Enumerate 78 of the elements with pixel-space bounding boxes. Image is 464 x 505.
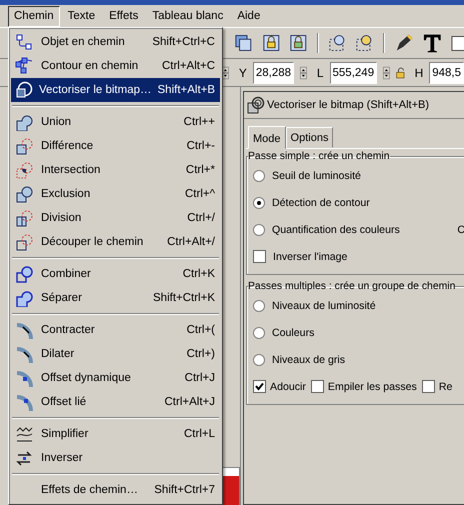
radio-label[interactable]: Niveaux de luminosité — [272, 300, 376, 312]
path-operation-icon — [15, 233, 33, 251]
coordinate-field[interactable]: 28,288 — [252, 62, 294, 84]
tab[interactable]: Mode — [248, 126, 286, 149]
radio-button[interactable] — [253, 224, 265, 236]
path-operation-icon — [15, 369, 33, 387]
menu-item[interactable]: Inverser — [11, 446, 220, 470]
text-tool-icon[interactable] — [423, 32, 442, 54]
zoom-icon[interactable] — [355, 33, 374, 53]
radio-button[interactable] — [253, 170, 265, 182]
checkbox[interactable] — [253, 380, 266, 393]
menu-title[interactable]: Aide — [231, 6, 266, 26]
dialog-title: Vectoriser le bitmap (Shift+Alt+B) — [267, 99, 430, 111]
tab[interactable]: Options — [286, 127, 334, 148]
path-operation-icon — [15, 209, 33, 227]
path-operation-icon — [15, 161, 33, 179]
menu-item[interactable]: Offset dynamique Ctrl+J — [11, 366, 220, 390]
menu-item[interactable]: Division Ctrl+/ — [11, 206, 220, 230]
radio-button[interactable] — [253, 300, 265, 312]
padlock-squares-icon[interactable] — [262, 33, 280, 53]
path-operation-icon — [15, 185, 33, 203]
menu-item[interactable]: Effets de chemin… Shift+Ctrl+7 — [11, 478, 220, 502]
trace-bitmap-icon — [247, 96, 265, 114]
path-operation-icon — [15, 345, 33, 363]
checkbox[interactable] — [422, 380, 435, 393]
menu-item[interactable]: Découper le chemin Ctrl+Alt+/ — [11, 230, 220, 254]
menu-item[interactable]: Contour en chemin Ctrl+Alt+C — [11, 54, 220, 78]
radio-button[interactable] — [253, 354, 265, 366]
menu-item[interactable]: Objet en chemin Shift+Ctrl+C — [11, 30, 220, 54]
checkbox-label[interactable]: Adoucir — [270, 380, 306, 392]
menu-item[interactable]: Dilater Ctrl+) — [11, 342, 220, 366]
menu-item[interactable]: Différence Ctrl+- — [11, 134, 220, 158]
checkbox[interactable] — [253, 250, 266, 263]
menu-item[interactable]: Exclusion Ctrl+^ — [11, 182, 220, 206]
path-operation-icon — [15, 33, 33, 51]
menu-title[interactable]: Tableau blanc — [146, 6, 230, 26]
checkbox-label[interactable]: Empiler les passes — [328, 380, 417, 392]
path-operation-icon — [15, 289, 33, 307]
radio-label[interactable]: Couleurs — [272, 326, 314, 338]
path-operation-icon — [15, 449, 33, 467]
path-operation-icon — [15, 393, 33, 411]
menu-title[interactable]: Chemin — [8, 6, 60, 26]
radio-label[interactable]: Détection de contour — [272, 196, 370, 208]
path-operation-icon — [15, 113, 33, 131]
menu-item[interactable]: Combiner Ctrl+K — [11, 262, 220, 286]
menu-item[interactable]: Intersection Ctrl+* — [11, 158, 220, 182]
checkbox-label[interactable]: Inverser l'image — [273, 250, 348, 262]
checkbox[interactable] — [310, 380, 324, 393]
menu-item[interactable]: Offset lié Ctrl+Alt+J — [11, 390, 220, 414]
group-title: Passes multiples : crée un groupe de chemin — [248, 281, 456, 292]
coordinate-label: H — [414, 66, 424, 80]
padlock-squares-icon[interactable] — [289, 33, 308, 53]
menu-item[interactable]: Contracter Ctrl+( — [11, 318, 220, 342]
path-operation-icon — [15, 81, 33, 99]
path-operation-icon — [15, 425, 33, 443]
radio-label[interactable]: Quantification des couleurs — [272, 224, 400, 236]
coordinate-label: L — [316, 66, 324, 80]
zoom-icon[interactable] — [328, 33, 346, 53]
checkbox-label[interactable]: Re — [438, 380, 452, 392]
menu-item[interactable]: Séparer Shift+Ctrl+K — [11, 286, 220, 310]
menu-item[interactable]: Union Ctrl++ — [11, 110, 220, 134]
menu-title[interactable]: Texte — [62, 6, 102, 26]
group-title: Passe simple : crée un chemin — [248, 151, 390, 162]
radio-button[interactable] — [253, 326, 265, 338]
path-operation-icon — [15, 137, 33, 155]
coordinate-label: Y — [238, 66, 247, 80]
path-operation-icon — [15, 57, 33, 75]
stacked-squares-icon[interactable] — [234, 33, 253, 53]
menu-title[interactable]: Effets — [103, 6, 144, 26]
radio-label[interactable]: Niveaux de gris — [272, 354, 346, 366]
menu-item[interactable]: Simplifier Ctrl+L — [11, 422, 220, 446]
radio-button[interactable] — [253, 196, 265, 208]
radio-label[interactable]: Seuil de luminosité — [272, 170, 361, 182]
path-operation-icon — [15, 265, 33, 283]
menu-item[interactable]: Vectoriser le bitmap… Shift+Alt+B — [11, 78, 220, 102]
coordinate-field[interactable]: 948,5 — [429, 62, 464, 84]
path-operation-icon — [15, 321, 33, 339]
coordinate-field[interactable]: 555,249 — [330, 62, 378, 84]
